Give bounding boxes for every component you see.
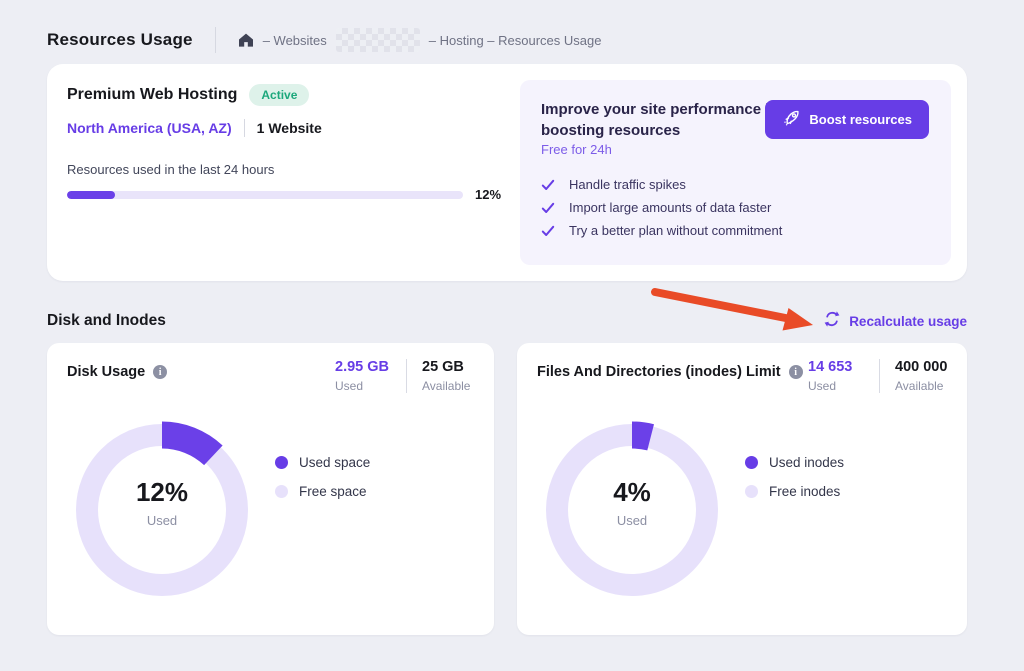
benefit-text: Handle traffic spikes — [569, 177, 686, 192]
resources-usage-page: Resources Usage – Websites – Hosting – R… — [0, 0, 1024, 671]
inodes-stats: 14 653 Used 400 000 Available — [808, 359, 951, 393]
redacted-text — [336, 28, 420, 52]
check-icon — [541, 224, 555, 238]
disk-donut-chart: 12% Used — [72, 420, 252, 600]
boost-promo: Free for 24h — [541, 142, 612, 157]
divider — [244, 119, 245, 137]
free-dot-icon — [745, 485, 758, 498]
inodes-available-value: 400 000 — [895, 359, 951, 375]
server-location-link[interactable]: North America (USA, AZ) — [67, 120, 232, 136]
legend-item: Free inodes — [745, 484, 844, 499]
benefits-list: Handle traffic spikes Import large amoun… — [541, 173, 782, 242]
recalculate-usage-link[interactable]: Recalculate usage — [823, 310, 967, 333]
home-icon[interactable] — [238, 32, 254, 48]
page-title: Resources Usage — [47, 30, 193, 50]
legend-label: Free space — [299, 484, 367, 499]
inodes-legend: Used inodes Free inodes — [745, 455, 844, 513]
benefit-item: Handle traffic spikes — [541, 173, 782, 196]
check-icon — [541, 201, 555, 215]
benefit-item: Import large amounts of data faster — [541, 196, 782, 219]
info-icon[interactable]: i — [789, 365, 803, 379]
breadcrumb-websites[interactable]: – Websites — [263, 33, 327, 48]
disk-available-label: Available — [422, 379, 478, 393]
boost-resources-button[interactable]: Boost resources — [765, 100, 929, 139]
legend-label: Used space — [299, 455, 370, 470]
inodes-percent-sub: Used — [617, 513, 647, 528]
disk-stats: 2.95 GB Used 25 GB Available — [335, 359, 478, 393]
disk-percent: 12% — [136, 477, 188, 508]
disk-used-value: 2.95 GB — [335, 359, 391, 375]
status-badge: Active — [249, 84, 309, 106]
inodes-used-label: Used — [808, 379, 864, 393]
inodes-available-label: Available — [895, 379, 951, 393]
disk-inodes-section-header: Disk and Inodes Recalculate usage — [47, 308, 967, 334]
divider — [406, 359, 407, 393]
legend-item: Used inodes — [745, 455, 844, 470]
inodes-limit-card: Files And Directories (inodes) Limit i 1… — [517, 343, 967, 635]
usage-percent-label: 12% — [475, 187, 501, 202]
legend-item: Free space — [275, 484, 370, 499]
disk-percent-sub: Used — [147, 513, 177, 528]
info-icon[interactable]: i — [153, 365, 167, 379]
recalculate-label: Recalculate usage — [849, 314, 967, 329]
disk-used-label: Used — [335, 379, 391, 393]
disk-available-value: 25 GB — [422, 359, 478, 375]
disk-card-title: Disk Usage — [67, 364, 145, 380]
section-title: Disk and Inodes — [47, 312, 166, 330]
boost-panel: Improve your site performance by boostin… — [520, 80, 951, 265]
page-header: Resources Usage – Websites – Hosting – R… — [47, 27, 601, 53]
breadcrumb: – Websites – Hosting – Resources Usage — [215, 27, 602, 53]
legend-label: Used inodes — [769, 455, 844, 470]
inodes-used-value: 14 653 — [808, 359, 864, 375]
free-dot-icon — [275, 485, 288, 498]
usage-progress-fill — [67, 191, 115, 199]
plan-card: Premium Web Hosting Active North America… — [47, 64, 967, 281]
disk-legend: Used space Free space — [275, 455, 370, 513]
benefit-text: Try a better plan without commitment — [569, 223, 782, 238]
refresh-icon — [823, 310, 841, 333]
used-dot-icon — [745, 456, 758, 469]
website-count: 1 Website — [257, 120, 322, 136]
usage-label: Resources used in the last 24 hours — [67, 162, 507, 177]
breadcrumb-rest: – Hosting – Resources Usage — [429, 33, 602, 48]
legend-label: Free inodes — [769, 484, 840, 499]
boost-heading: Improve your site performance by boostin… — [541, 99, 786, 141]
benefit-item: Try a better plan without commitment — [541, 219, 782, 242]
inodes-percent: 4% — [613, 477, 651, 508]
inodes-card-title: Files And Directories (inodes) Limit — [537, 364, 781, 380]
rocket-icon — [782, 109, 800, 130]
legend-item: Used space — [275, 455, 370, 470]
used-dot-icon — [275, 456, 288, 469]
disk-usage-card: Disk Usage i 2.95 GB Used 25 GB Availabl… — [47, 343, 494, 635]
usage-progress-bar — [67, 191, 463, 199]
plan-name: Premium Web Hosting — [67, 86, 237, 104]
benefit-text: Import large amounts of data faster — [569, 200, 771, 215]
divider — [879, 359, 880, 393]
check-icon — [541, 178, 555, 192]
plan-summary: Premium Web Hosting Active North America… — [67, 84, 507, 202]
boost-button-label: Boost resources — [809, 112, 912, 127]
inodes-donut-chart: 4% Used — [542, 420, 722, 600]
